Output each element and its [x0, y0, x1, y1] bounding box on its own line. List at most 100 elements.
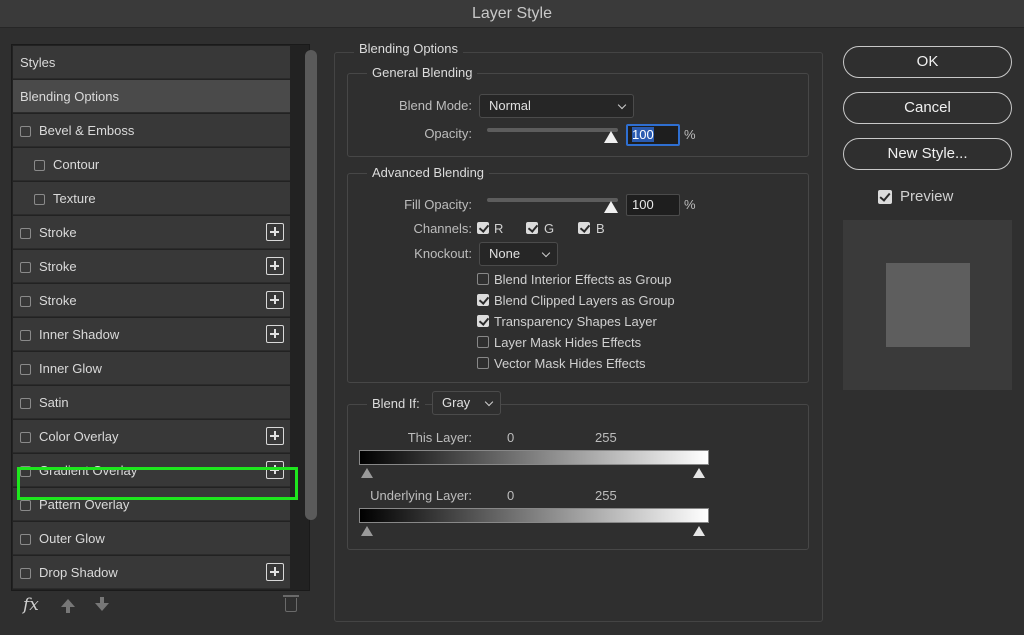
- style-item-satin[interactable]: Satin: [13, 386, 290, 419]
- style-checkbox[interactable]: [20, 398, 31, 409]
- style-item-inner-shadow[interactable]: Inner Shadow: [13, 318, 290, 351]
- style-item-pattern-overlay[interactable]: Pattern Overlay: [13, 488, 290, 521]
- style-checkbox[interactable]: [20, 228, 31, 239]
- opacity-value: 100: [632, 127, 654, 142]
- style-checkbox[interactable]: [20, 126, 31, 137]
- fill-opacity-label: Fill Opacity:: [404, 197, 472, 212]
- style-item-inner-glow[interactable]: Inner Glow: [13, 352, 290, 385]
- advanced-option-checkbox[interactable]: [477, 357, 489, 369]
- opacity-slider[interactable]: [487, 128, 618, 132]
- style-item-label: Stroke: [39, 259, 77, 274]
- style-item-label: Bevel & Emboss: [39, 123, 135, 138]
- add-effect-icon[interactable]: [266, 257, 284, 275]
- trash-icon[interactable]: [283, 595, 299, 612]
- add-effect-icon[interactable]: [266, 461, 284, 479]
- advanced-option-label: Transparency Shapes Layer: [494, 314, 657, 329]
- style-item-color-overlay[interactable]: Color Overlay: [13, 420, 290, 453]
- underlying-layer-white-handle[interactable]: [693, 526, 705, 536]
- add-effect-icon[interactable]: [266, 325, 284, 343]
- style-item-bevel-emboss[interactable]: Bevel & Emboss: [13, 114, 290, 147]
- style-item-label: Texture: [53, 191, 96, 206]
- style-item-label: Styles: [20, 55, 56, 70]
- advanced-blending-title: Advanced Blending: [367, 165, 490, 180]
- this-layer-white-handle[interactable]: [693, 468, 705, 478]
- ok-button[interactable]: OK: [843, 46, 1012, 78]
- style-item-label: Inner Glow: [39, 361, 102, 376]
- style-item-label: Inner Shadow: [39, 327, 120, 342]
- opacity-slider-handle[interactable]: [604, 131, 618, 143]
- style-checkbox[interactable]: [20, 262, 31, 273]
- channel-g-checkbox[interactable]: [526, 222, 538, 234]
- channels-label: Channels:: [413, 221, 472, 236]
- style-checkbox[interactable]: [20, 534, 31, 545]
- underlying-layer-gradient: [359, 508, 709, 523]
- channel-r-checkbox[interactable]: [477, 222, 489, 234]
- blending-options-title: Blending Options: [354, 41, 464, 56]
- channel-b-checkbox[interactable]: [578, 222, 590, 234]
- chevron-down-icon: [617, 100, 627, 110]
- style-item-contour[interactable]: Contour: [13, 148, 290, 181]
- style-checkbox[interactable]: [20, 364, 31, 375]
- move-down-icon[interactable]: [95, 597, 109, 611]
- style-checkbox[interactable]: [20, 330, 31, 341]
- style-item-stroke[interactable]: Stroke: [13, 216, 290, 249]
- fill-opacity-unit: %: [684, 197, 696, 212]
- styles-panel-footer: fx: [11, 591, 310, 621]
- channel-r-label: R: [494, 221, 504, 236]
- advanced-option-checkbox[interactable]: [477, 336, 489, 348]
- style-checkbox[interactable]: [20, 568, 31, 579]
- underlying-layer-label: Underlying Layer:: [370, 488, 472, 503]
- this-layer-min: 0: [507, 430, 515, 445]
- style-item-stroke[interactable]: Stroke: [13, 284, 290, 317]
- add-effect-icon[interactable]: [266, 291, 284, 309]
- fill-opacity-slider[interactable]: [487, 198, 618, 202]
- this-layer-black-handle[interactable]: [361, 468, 373, 478]
- style-checkbox[interactable]: [20, 500, 31, 511]
- fill-opacity-input[interactable]: 100: [626, 194, 680, 216]
- window-title: Layer Style: [0, 0, 1024, 28]
- underlying-layer-black-handle[interactable]: [361, 526, 373, 536]
- add-effect-icon[interactable]: [266, 427, 284, 445]
- this-layer-gradient: [359, 450, 709, 465]
- cancel-button[interactable]: Cancel: [843, 92, 1012, 124]
- style-checkbox[interactable]: [20, 296, 31, 307]
- style-item-outer-glow[interactable]: Outer Glow: [13, 522, 290, 555]
- add-effect-icon[interactable]: [266, 563, 284, 581]
- preview-label: Preview: [900, 188, 954, 205]
- style-item-label: Stroke: [39, 293, 77, 308]
- preview-swatch: [886, 263, 970, 347]
- move-up-icon[interactable]: [61, 599, 75, 613]
- style-checkbox[interactable]: [34, 194, 45, 205]
- advanced-option-label: Layer Mask Hides Effects: [494, 335, 642, 350]
- general-blending-title: General Blending: [367, 65, 478, 80]
- blend-mode-label: Blend Mode:: [399, 98, 472, 113]
- opacity-input[interactable]: 100: [626, 124, 680, 146]
- style-item-stroke[interactable]: Stroke: [13, 250, 290, 283]
- style-item-blending-options[interactable]: Blending Options: [13, 80, 290, 113]
- styles-scrollbar[interactable]: [305, 50, 317, 520]
- blend-mode-select[interactable]: Normal: [479, 94, 634, 118]
- chevron-down-icon: [541, 248, 551, 258]
- advanced-option-label: Blend Clipped Layers as Group: [494, 293, 675, 308]
- advanced-option-checkbox[interactable]: [477, 273, 489, 285]
- style-item-styles[interactable]: Styles: [13, 46, 290, 79]
- new-style-button[interactable]: New Style...: [843, 138, 1012, 170]
- this-layer-max: 255: [595, 430, 617, 445]
- preview-checkbox[interactable]: [878, 190, 892, 204]
- style-item-drop-shadow[interactable]: Drop Shadow: [13, 556, 290, 589]
- style-item-texture[interactable]: Texture: [13, 182, 290, 215]
- style-checkbox[interactable]: [20, 466, 31, 477]
- fill-opacity-slider-handle[interactable]: [604, 201, 618, 213]
- style-checkbox[interactable]: [34, 160, 45, 171]
- blend-if-select[interactable]: Gray: [432, 391, 501, 415]
- this-layer-label: This Layer:: [407, 430, 472, 445]
- style-checkbox[interactable]: [20, 432, 31, 443]
- advanced-option-checkbox[interactable]: [477, 294, 489, 306]
- advanced-option-checkbox[interactable]: [477, 315, 489, 327]
- advanced-option-label: Blend Interior Effects as Group: [494, 272, 672, 287]
- fx-icon[interactable]: fx: [23, 595, 39, 615]
- knockout-value: None: [489, 246, 521, 261]
- style-item-gradient-overlay[interactable]: Gradient Overlay: [13, 454, 290, 487]
- add-effect-icon[interactable]: [266, 223, 284, 241]
- knockout-select[interactable]: None: [479, 242, 558, 266]
